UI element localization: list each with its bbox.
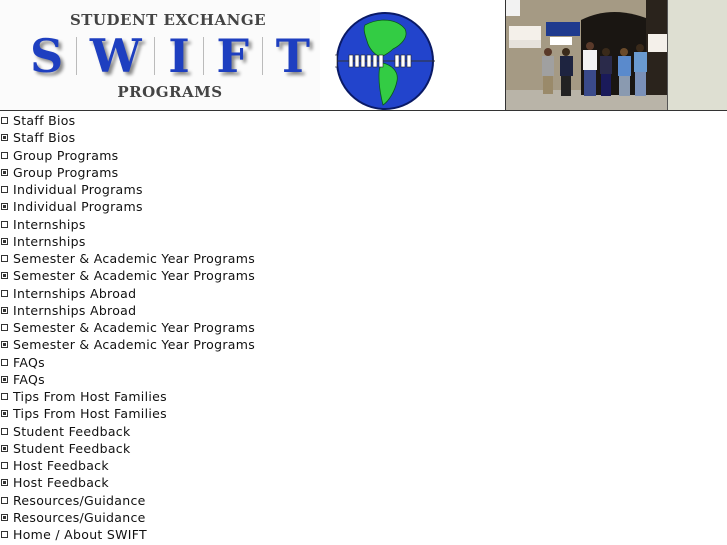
filled-square-bullet-icon bbox=[1, 341, 8, 349]
nav-item: Semester & Academic Year Programs bbox=[0, 336, 255, 353]
nav-link[interactable]: Tips From Host Families bbox=[13, 388, 167, 405]
nav-item: Home / About SWIFT bbox=[0, 526, 255, 543]
nav-link[interactable]: Semester & Academic Year Programs bbox=[13, 319, 255, 336]
site-navigation: Staff Bios Staff Bios Group Programs Group … bbox=[0, 112, 255, 543]
nav-item: Tips From Host Families bbox=[0, 388, 255, 405]
nav-link[interactable]: Semester & Academic Year Programs bbox=[13, 250, 255, 267]
empty-square-bullet-icon bbox=[1, 324, 8, 332]
nav-item: Internships bbox=[0, 216, 255, 233]
logo-divider bbox=[76, 37, 78, 75]
nav-link[interactable]: Tips From Host Families bbox=[13, 405, 167, 422]
nav-link[interactable]: FAQs bbox=[13, 371, 45, 388]
nav-item: Individual Programs bbox=[0, 181, 255, 198]
globe-with-students-icon bbox=[335, 12, 435, 110]
nav-item: FAQs bbox=[0, 371, 255, 388]
nav-item: Semester & Academic Year Programs bbox=[0, 250, 255, 267]
nav-item: Staff Bios bbox=[0, 112, 255, 129]
empty-square-bullet-icon bbox=[1, 462, 8, 470]
nav-item: Group Programs bbox=[0, 147, 255, 164]
nav-link[interactable]: Resources/Guidance bbox=[13, 492, 146, 509]
nav-item: Host Feedback bbox=[0, 474, 255, 491]
filled-square-bullet-icon bbox=[1, 237, 8, 245]
empty-square-bullet-icon bbox=[1, 255, 8, 263]
site-header: STUDENT EXCHANGE S W I F T PROGRAMS bbox=[0, 0, 727, 111]
logo-divider bbox=[261, 37, 263, 75]
empty-square-bullet-icon bbox=[1, 496, 8, 504]
nav-item: Semester & Academic Year Programs bbox=[0, 267, 255, 284]
nav-link[interactable]: Group Programs bbox=[13, 147, 118, 164]
logo-divider bbox=[154, 37, 156, 75]
filled-square-bullet-icon bbox=[1, 203, 8, 211]
filled-square-bullet-icon bbox=[1, 272, 8, 280]
nav-item: Internships Abroad bbox=[0, 285, 255, 302]
nav-item: Student Feedback bbox=[0, 423, 255, 440]
empty-square-bullet-icon bbox=[1, 151, 8, 159]
nav-link[interactable]: Internships Abroad bbox=[13, 302, 136, 319]
filled-square-bullet-icon bbox=[1, 306, 8, 314]
empty-square-bullet-icon bbox=[1, 358, 8, 366]
logo-divider bbox=[202, 37, 204, 75]
swift-logo[interactable]: STUDENT EXCHANGE S W I F T PROGRAMS bbox=[0, 0, 320, 110]
nav-link[interactable]: Host Feedback bbox=[13, 474, 109, 491]
nav-link[interactable]: Student Feedback bbox=[13, 423, 131, 440]
filled-square-bullet-icon bbox=[1, 410, 8, 418]
logo-bottom-text: PROGRAMS bbox=[117, 83, 223, 101]
nav-link[interactable]: Individual Programs bbox=[13, 198, 143, 215]
nav-item: Student Feedback bbox=[0, 440, 255, 457]
header-side-panel bbox=[667, 0, 727, 110]
nav-item: Staff Bios bbox=[0, 129, 255, 146]
filled-square-bullet-icon bbox=[1, 479, 8, 487]
nav-item: Individual Programs bbox=[0, 198, 255, 215]
filled-square-bullet-icon bbox=[1, 168, 8, 176]
nav-link[interactable]: Student Feedback bbox=[13, 440, 131, 457]
filled-square-bullet-icon bbox=[1, 375, 8, 383]
nav-item: FAQs bbox=[0, 354, 255, 371]
nav-link[interactable]: Internships bbox=[13, 233, 86, 250]
filled-square-bullet-icon bbox=[1, 444, 8, 452]
nav-link[interactable]: Semester & Academic Year Programs bbox=[13, 267, 255, 284]
filled-square-bullet-icon bbox=[1, 513, 8, 521]
empty-square-bullet-icon bbox=[1, 186, 8, 194]
photo-illustration bbox=[506, 0, 668, 110]
nav-item: Resources/Guidance bbox=[0, 492, 255, 509]
nav-link[interactable]: Group Programs bbox=[13, 164, 118, 181]
nav-item: Group Programs bbox=[0, 164, 255, 181]
nav-item: Tips From Host Families bbox=[0, 405, 255, 422]
empty-square-bullet-icon bbox=[1, 427, 8, 435]
nav-item: Internships bbox=[0, 233, 255, 250]
logo-letter: W bbox=[89, 29, 142, 83]
logo-letter: T bbox=[275, 29, 310, 83]
empty-square-bullet-icon bbox=[1, 117, 8, 125]
nav-link[interactable]: Internships Abroad bbox=[13, 285, 136, 302]
empty-square-bullet-icon bbox=[1, 531, 8, 539]
logo-letter: S bbox=[30, 29, 64, 83]
empty-square-bullet-icon bbox=[1, 393, 8, 401]
globe-banner bbox=[320, 0, 505, 110]
nav-link[interactable]: Semester & Academic Year Programs bbox=[13, 336, 255, 353]
nav-item: Semester & Academic Year Programs bbox=[0, 319, 255, 336]
nav-item: Resources/Guidance bbox=[0, 509, 255, 526]
students-photo bbox=[505, 0, 668, 110]
nav-link[interactable]: FAQs bbox=[13, 354, 45, 371]
nav-link[interactable]: Home / About SWIFT bbox=[13, 526, 147, 543]
nav-link[interactable]: Individual Programs bbox=[13, 181, 143, 198]
nav-item: Internships Abroad bbox=[0, 302, 255, 319]
logo-swift-letters: S W I F T bbox=[30, 32, 310, 80]
logo-letter: F bbox=[216, 29, 250, 83]
nav-link[interactable]: Staff Bios bbox=[13, 129, 75, 146]
nav-item: Host Feedback bbox=[0, 457, 255, 474]
nav-link[interactable]: Internships bbox=[13, 216, 86, 233]
logo-top-text: STUDENT EXCHANGE bbox=[69, 11, 267, 29]
filled-square-bullet-icon bbox=[1, 134, 8, 142]
nav-link[interactable]: Staff Bios bbox=[13, 112, 75, 129]
nav-link[interactable]: Resources/Guidance bbox=[13, 509, 146, 526]
empty-square-bullet-icon bbox=[1, 220, 8, 228]
empty-square-bullet-icon bbox=[1, 289, 8, 297]
nav-link[interactable]: Host Feedback bbox=[13, 457, 109, 474]
logo-letter: I bbox=[168, 29, 190, 83]
